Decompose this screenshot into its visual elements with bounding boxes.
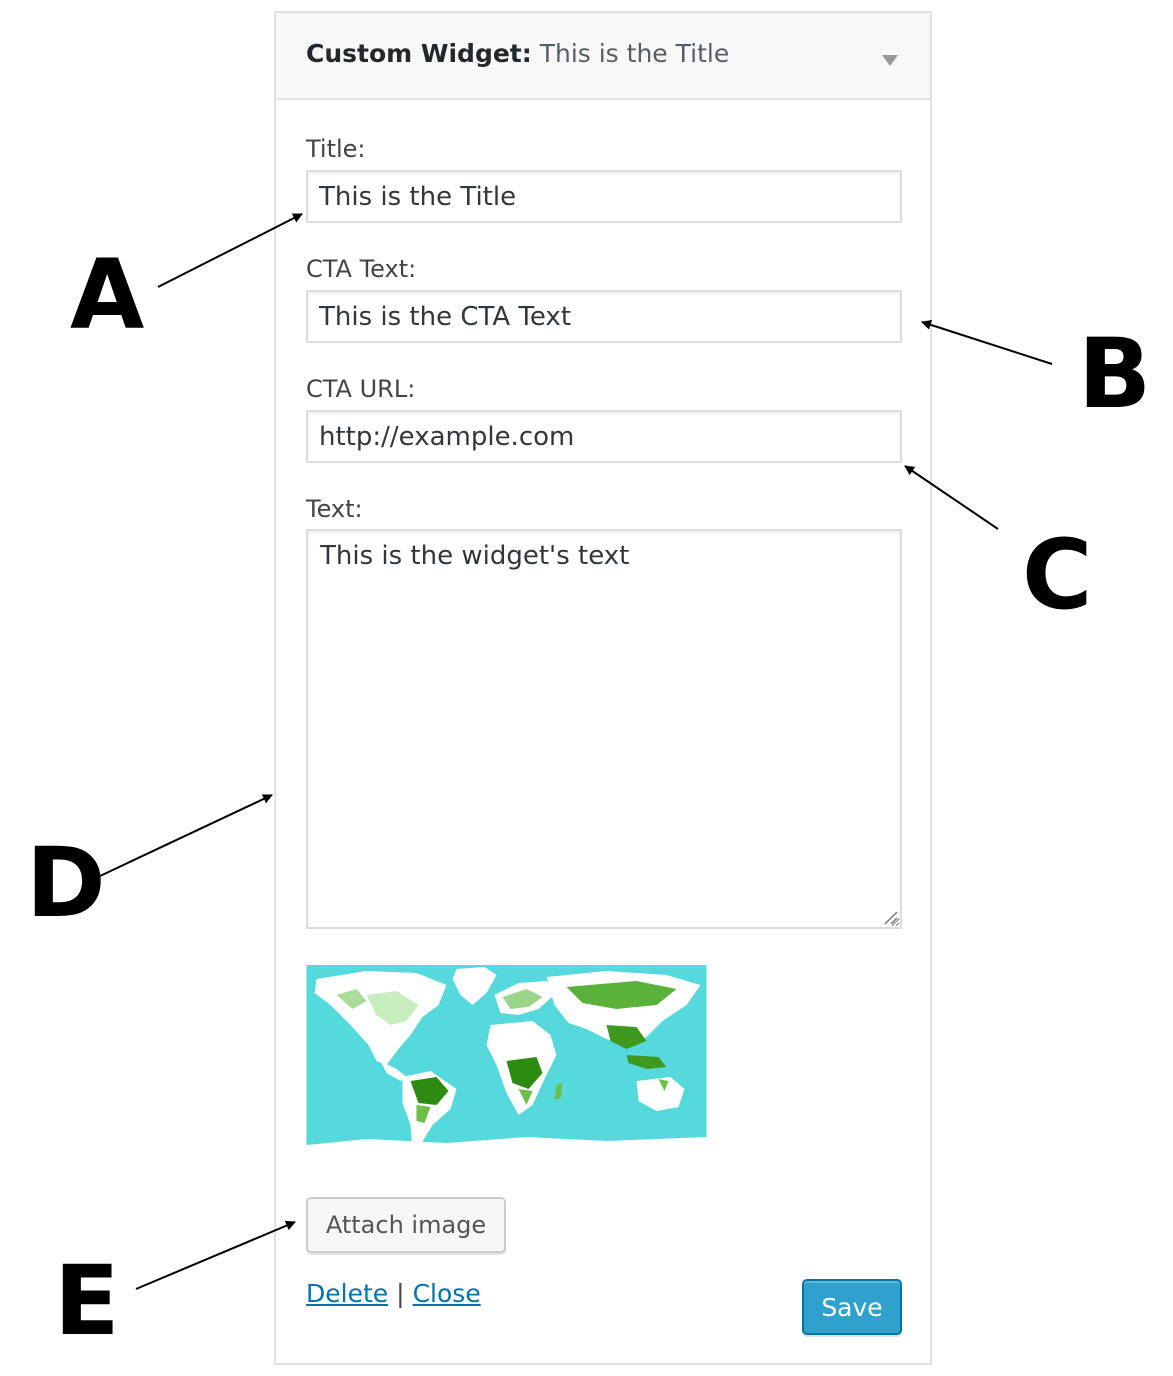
attach-image-button[interactable]: Attach image — [306, 1197, 506, 1253]
arrow-d — [99, 794, 273, 877]
resize-grip-icon[interactable] — [882, 909, 898, 925]
triangle-down-icon[interactable] — [882, 55, 898, 66]
widget-title-separator: : — [521, 39, 532, 68]
arrow-b — [921, 320, 1053, 365]
world-map-image — [306, 965, 707, 1159]
custom-widget-panel: Custom Widget: This is the Title Title: … — [274, 11, 932, 1365]
widget-name: Custom Widget — [306, 39, 522, 68]
cta-url-input[interactable] — [306, 410, 902, 463]
cta-text-input[interactable] — [306, 290, 902, 343]
callout-b: B — [1078, 318, 1152, 430]
widget-title: Custom Widget: This is the Title — [306, 39, 729, 68]
cta-text-label: CTA Text: — [306, 255, 417, 283]
title-label: Title: — [306, 135, 366, 163]
arrow-e — [135, 1220, 296, 1290]
callout-a: A — [70, 239, 145, 351]
title-input[interactable] — [306, 170, 902, 223]
widget-in-title: This is the Title — [539, 39, 730, 68]
widget-control-actions: Delete | Close — [306, 1279, 481, 1308]
text-label: Text: — [306, 495, 363, 523]
text-textarea[interactable]: This is the widget's text — [306, 529, 902, 929]
save-button[interactable]: Save — [802, 1279, 902, 1335]
link-separator: | — [396, 1279, 405, 1308]
delete-link[interactable]: Delete — [306, 1279, 388, 1308]
callout-e: E — [54, 1245, 120, 1357]
callout-c: C — [1022, 519, 1093, 631]
close-link[interactable]: Close — [413, 1279, 481, 1308]
callout-d: D — [26, 827, 106, 939]
widget-header[interactable]: Custom Widget: This is the Title — [276, 13, 930, 100]
cta-url-label: CTA URL: — [306, 375, 416, 403]
